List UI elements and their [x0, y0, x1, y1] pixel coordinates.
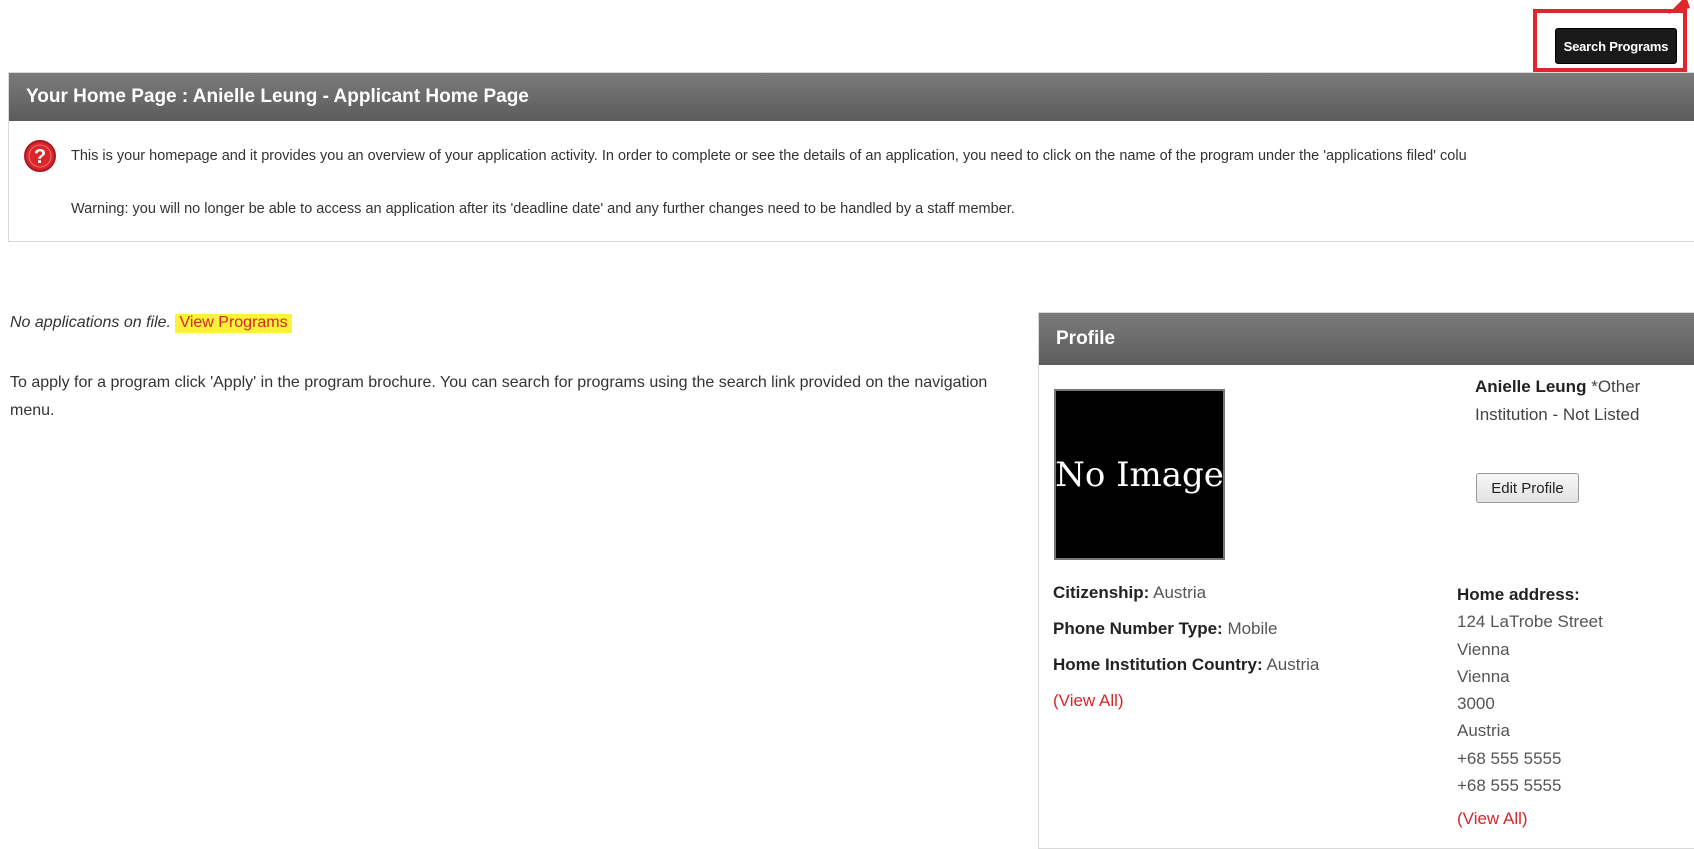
edit-profile-button[interactable]: Edit Profile [1476, 473, 1579, 503]
phone-type-label: Phone Number Type: [1053, 619, 1223, 638]
profile-photo-placeholder: No Image [1054, 389, 1225, 560]
home-address-block: Home address: 124 LaTrobe Street Vienna … [1457, 581, 1694, 799]
warning-text: Warning: you will no longer be able to a… [71, 201, 1015, 217]
apply-instructions: To apply for a program click 'Apply' in … [10, 374, 988, 419]
no-applications-message: No applications on file. View Programs [10, 314, 292, 333]
view-programs-link[interactable]: View Programs [175, 314, 292, 333]
profile-name: Anielle Leung [1475, 377, 1587, 396]
address-view-all-link[interactable]: (View All) [1457, 809, 1528, 828]
address-line: Austria [1457, 721, 1510, 741]
view-all-link[interactable]: (View All) [1053, 691, 1124, 710]
address-view-all-row: (View All) [1457, 809, 1528, 829]
profile-name-block: Anielle Leung *Other Institution - Not L… [1475, 373, 1694, 429]
page-title: Your Home Page : Anielle Leung - Applica… [9, 73, 1694, 121]
home-country-label: Home Institution Country: [1053, 655, 1263, 674]
no-applications-text: No applications on file. [10, 314, 171, 331]
address-line: Vienna [1457, 639, 1510, 659]
home-address-label: Home address: [1457, 585, 1580, 604]
address-line: Vienna [1457, 666, 1510, 686]
phone-type-value: Mobile [1227, 619, 1278, 638]
search-programs-button[interactable]: Search Programs [1555, 28, 1677, 64]
svg-text:?: ? [34, 146, 46, 168]
profile-header: Profile [1039, 313, 1694, 365]
page: Search Programs Your Home Page : Anielle… [0, 0, 1694, 849]
citizenship-label: Citizenship: [1053, 583, 1150, 602]
citizenship-row: Citizenship: Austria [1053, 583, 1206, 603]
home-panel: Your Home Page : Anielle Leung - Applica… [8, 72, 1694, 242]
intro-text: This is your homepage and it provides yo… [71, 148, 1467, 164]
address-line: 3000 [1457, 694, 1495, 714]
view-all-row: (View All) [1053, 691, 1124, 711]
address-line: 124 LaTrobe Street [1457, 612, 1603, 632]
annotation-arrow-icon [1668, 0, 1690, 14]
address-line: +68 555 5555 [1457, 748, 1562, 768]
phone-type-row: Phone Number Type: Mobile [1053, 619, 1278, 639]
address-line: +68 555 5555 [1457, 776, 1562, 796]
home-country-value: Austria [1266, 655, 1320, 674]
home-country-row: Home Institution Country: Austria [1053, 655, 1319, 675]
profile-panel: Profile No Image Anielle Leung *Other In… [1038, 312, 1694, 849]
question-circle-icon: ? [24, 140, 56, 172]
citizenship-value: Austria [1153, 583, 1207, 602]
